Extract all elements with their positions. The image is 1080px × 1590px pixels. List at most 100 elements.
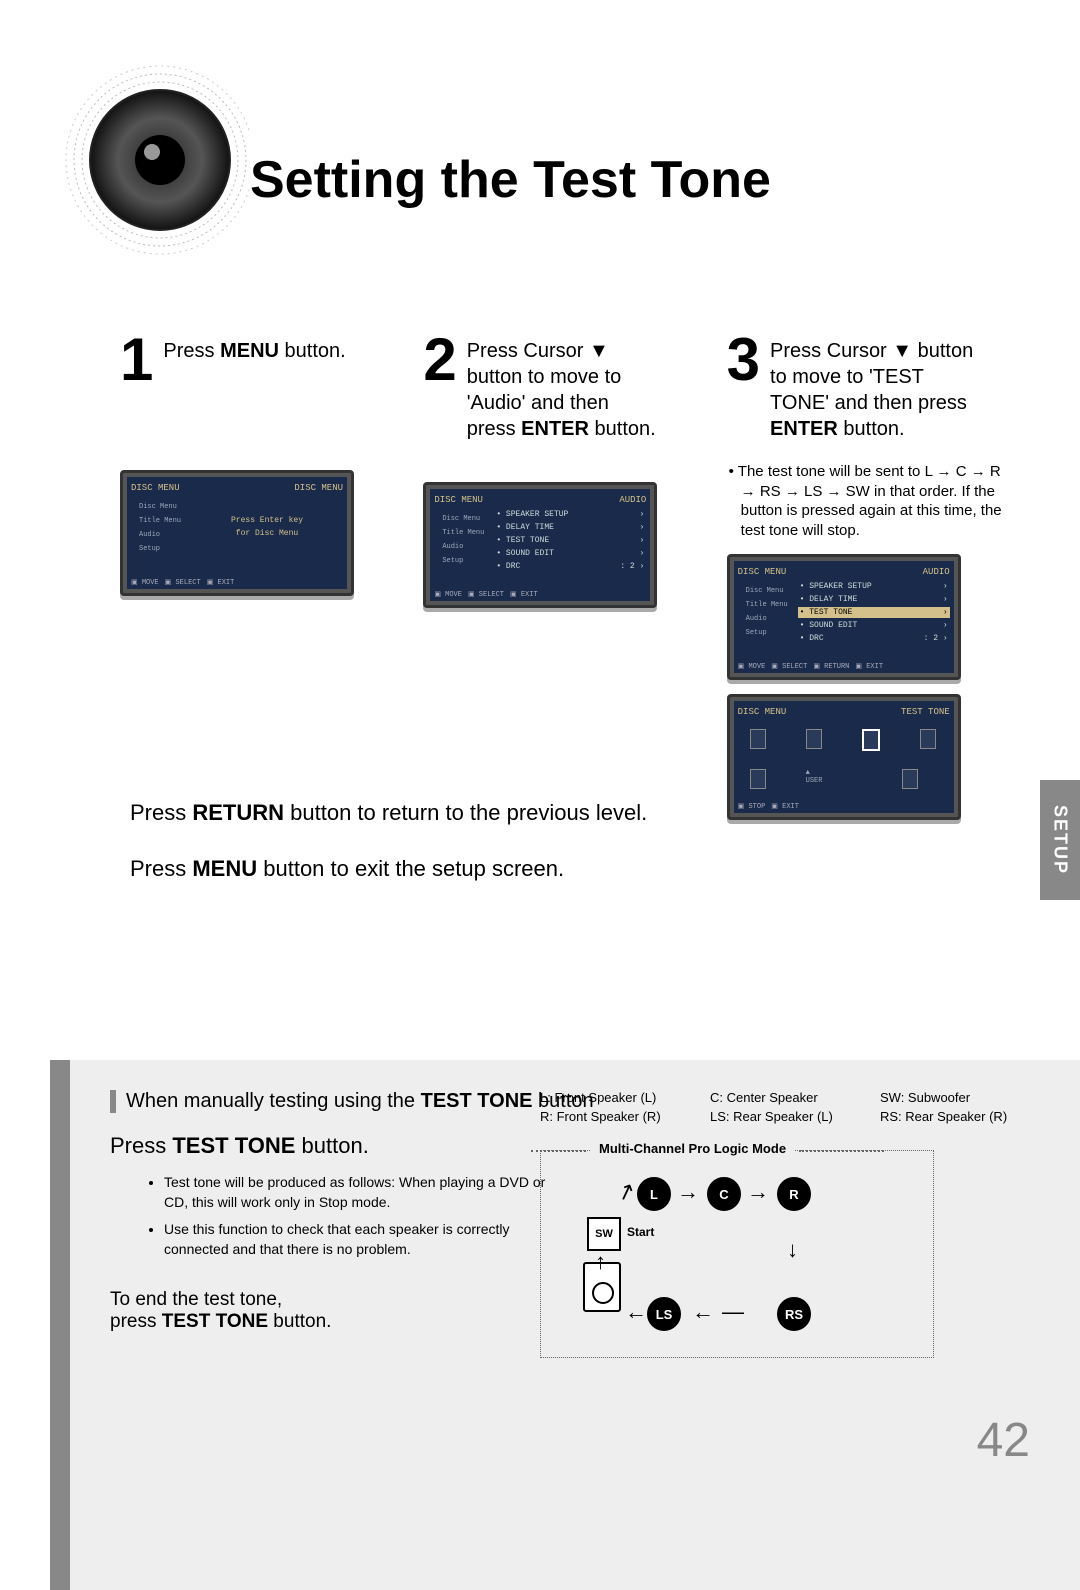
step-3-text: Press Cursor ▼ button to move to 'TEST T… xyxy=(770,330,973,442)
step-3: 3 Press Cursor ▼ button to move to 'TEST… xyxy=(727,330,1030,820)
tv2-f1: SELECT xyxy=(468,590,504,599)
tv3-i0l: • SPEAKER SETUP xyxy=(800,582,872,591)
mid-instructions: Press RETURN button to return to the pre… xyxy=(130,800,647,912)
speaker-graphic-icon xyxy=(50,60,250,260)
tv2-i3l: • SOUND EDIT xyxy=(496,549,554,558)
tv3-i0r: › xyxy=(943,582,948,591)
tv2-s0: Disc Menu xyxy=(432,515,484,523)
mid-l1b: RETURN xyxy=(192,800,284,825)
mid-l1a: Press xyxy=(130,800,192,825)
tv2-i3r: › xyxy=(640,549,645,558)
tv3-i1r: › xyxy=(943,595,948,604)
tv3-f1: SELECT xyxy=(771,662,807,671)
page-title: Setting the Test Tone xyxy=(250,150,771,210)
step-3-note: • The test tone will be sent to L → C → … xyxy=(727,462,1010,540)
tv2-i4r: : 2 › xyxy=(620,562,644,571)
tv3-f0: MOVE xyxy=(738,662,766,671)
tv4-f0: STOP xyxy=(738,802,766,811)
s3-l2: to move to 'TEST xyxy=(770,366,924,388)
tv1-f2: EXIT xyxy=(207,578,235,587)
s2-l4b: ENTER xyxy=(521,418,589,440)
tv1-f0: MOVE xyxy=(131,578,159,587)
tv3-s2: Audio xyxy=(736,615,788,623)
tv2-s2: Audio xyxy=(432,543,484,551)
tv1-center2: for Disc Menu xyxy=(191,528,343,539)
be-l2a: press xyxy=(110,1311,162,1332)
steps-row: 1 Press MENU button. DISC MENUDISC MENU … xyxy=(120,330,1030,820)
manual-test-box: When manually testing using the TEST TON… xyxy=(50,1060,1080,1590)
mid-l2b: MENU xyxy=(192,856,257,881)
tv3-i4l: • DRC xyxy=(800,634,824,643)
tv1-side-0: Disc Menu xyxy=(129,503,181,511)
tv2-sidebar: Disc Menu Title Menu Audio Setup xyxy=(432,509,484,571)
leg-a: L: Front Speaker (L) xyxy=(540,1090,690,1105)
bs-b: TEST TONE xyxy=(172,1133,295,1158)
tv1-f1: SELECT xyxy=(165,578,201,587)
tv4-hl: DISC MENU xyxy=(738,707,787,717)
tv-screenshot-2: DISC MENU AUDIO Disc Menu Title Menu Audi… xyxy=(423,482,657,608)
diag-LS: LS xyxy=(647,1297,681,1331)
diag-R: R xyxy=(777,1177,811,1211)
mid-l2c: button to exit the setup screen. xyxy=(257,856,564,881)
setup-side-tab: SETUP xyxy=(1040,780,1080,900)
step-2: 2 Press Cursor ▼ button to move to 'Audi… xyxy=(423,330,726,820)
diag-C: C xyxy=(707,1177,741,1211)
step-3-number: 3 xyxy=(727,330,760,390)
tv3-i2l: • TEST TONE xyxy=(800,608,853,617)
step-1-number: 1 xyxy=(120,330,153,390)
s2-l2: button to move to xyxy=(467,366,622,388)
diag-SW: SW xyxy=(587,1217,621,1251)
arrow-icon: ← xyxy=(625,1299,647,1325)
bb-0: Test tone will be produced as follows: W… xyxy=(164,1173,564,1212)
leg-d: R: Front Speaker (R) xyxy=(540,1109,690,1124)
step-2-text: Press Cursor ▼ button to move to 'Audio'… xyxy=(467,330,656,442)
tv3-hr: AUDIO xyxy=(923,567,950,577)
tv4-hr: TEST TONE xyxy=(901,707,950,717)
s2-l4a: press xyxy=(467,418,521,440)
tv3-sidebar: Disc Menu Title Menu Audio Setup xyxy=(736,581,788,643)
tv3-i4r: : 2 › xyxy=(924,634,948,643)
tv2-i0r: › xyxy=(640,510,645,519)
diag-start-label: Start xyxy=(627,1225,654,1239)
bs-a: Press xyxy=(110,1133,172,1158)
tv3-f2: RETURN xyxy=(813,662,849,671)
bottom-bullets: Test tone will be produced as follows: W… xyxy=(124,1173,564,1259)
tv3-s3: Setup xyxy=(736,629,788,637)
tv3-i1l: • DELAY TIME xyxy=(800,595,858,604)
tv2-s1: Title Menu xyxy=(432,529,484,537)
arrow-icon: ← xyxy=(692,1299,714,1325)
tv2-i2r: › xyxy=(640,536,645,545)
bh-b: TEST TONE xyxy=(421,1090,533,1112)
tv2-i2l: • TEST TONE xyxy=(496,536,549,545)
bh-a: When manually testing using the xyxy=(126,1090,421,1112)
arrow-icon: ↗ xyxy=(613,1177,639,1208)
leg-e: LS: Rear Speaker (L) xyxy=(710,1109,860,1124)
arrow-icon: ↑ xyxy=(595,1249,606,1275)
tv3-hl: DISC MENU xyxy=(738,567,787,577)
s2-l1: Press Cursor ▼ xyxy=(467,340,609,362)
tv2-f2: EXIT xyxy=(510,590,538,599)
tv4-f1: EXIT xyxy=(771,802,799,811)
tv1-header-right: DISC MENU xyxy=(294,483,343,493)
step-2-number: 2 xyxy=(423,330,456,390)
tv1-sidebar: Disc Menu Title Menu Audio Setup xyxy=(129,497,181,559)
step-1-after: button. xyxy=(279,340,346,362)
tv3-s0: Disc Menu xyxy=(736,587,788,595)
tv1-header-left: DISC MENU xyxy=(131,483,180,493)
speaker-diagram: Multi-Channel Pro Logic Mode L → C → R S… xyxy=(540,1150,934,1358)
tv2-f0: MOVE xyxy=(434,590,462,599)
tv1-center1: Press Enter key xyxy=(191,515,343,526)
s2-l3: 'Audio' and then xyxy=(467,392,609,414)
diag-L: L xyxy=(637,1177,671,1211)
tv2-hr: AUDIO xyxy=(619,495,646,505)
be-l2b: TEST TONE xyxy=(162,1311,268,1332)
tv2-hl: DISC MENU xyxy=(434,495,483,505)
arrow-icon: → xyxy=(677,1179,699,1205)
tv-screenshot-1: DISC MENU DISC MENU Disc Menu Title Menu … xyxy=(120,470,354,596)
s3-l4b: ENTER xyxy=(770,418,838,440)
s3-l4c: button. xyxy=(838,418,905,440)
arrow-icon: ↓ xyxy=(787,1237,798,1263)
tv-screenshot-4: DISC MENU TEST TONE ▲USER STOP EXIT xyxy=(727,694,961,820)
tv4-speaker-grid: ▲USER xyxy=(738,721,950,797)
be-l2c: button. xyxy=(268,1311,331,1332)
